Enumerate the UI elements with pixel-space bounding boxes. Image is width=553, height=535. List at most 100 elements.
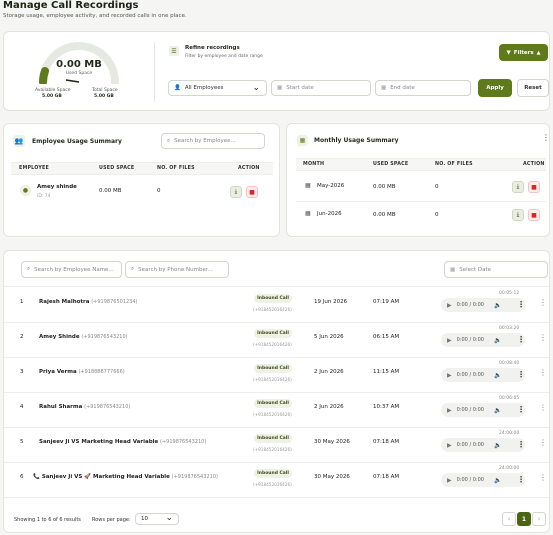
download-icon: ⤓ — [516, 211, 520, 218]
available-space-label: Available Space — [35, 88, 71, 93]
row-more-icon[interactable]: ⋮ — [539, 299, 547, 307]
employee-used-space: 0.00 MB — [99, 188, 122, 194]
more-icon[interactable]: ⋮ — [542, 134, 550, 142]
player-menu-icon[interactable]: ⋮ — [517, 441, 525, 449]
apply-button[interactable]: Apply — [478, 79, 512, 97]
reset-button[interactable]: Reset — [517, 79, 549, 97]
row-more-icon[interactable]: ⋮ — [539, 334, 547, 342]
storage-value: 0.00 MB — [56, 59, 102, 70]
audio-player[interactable]: ▶ 0:00 / 0:00 🔈 — [441, 473, 525, 487]
call-type-badge: Inbound Call — [254, 434, 292, 443]
volume-icon[interactable]: 🔈 — [494, 442, 501, 449]
prev-page-button[interactable]: ‹ — [502, 512, 516, 526]
delete-button[interactable]: ■ — [246, 186, 258, 198]
caller-phone: (+919876543210) — [84, 404, 131, 410]
table-row[interactable]: 5 Sanjeev Ji VS Marketing Head Variable (… — [4, 428, 549, 463]
total-space-label: Total Space — [92, 88, 118, 93]
monthly-table-header — [296, 158, 546, 171]
call-time: 06:15 AM — [373, 334, 400, 340]
row-index: 3 — [20, 369, 24, 375]
download-button[interactable]: ⤓ — [230, 186, 242, 198]
refine-title: Refine recordings — [185, 45, 240, 51]
col-files[interactable]: NO. OF FILES — [435, 162, 473, 167]
date-filter-input[interactable]: ▦ Select Date — [444, 261, 548, 278]
audio-player[interactable]: ▶ 0:00 / 0:00 🔈 — [441, 438, 525, 452]
next-page-button[interactable]: › — [532, 512, 546, 526]
volume-icon[interactable]: 🔈 — [494, 337, 501, 344]
player-menu-icon[interactable]: ⋮ — [517, 301, 525, 309]
employee-search-input[interactable]: ⌕ Search by Employee... — [161, 133, 265, 149]
audio-player[interactable]: ▶ 0:00 / 0:00 🔈 — [441, 333, 525, 347]
row-more-icon[interactable]: ⋮ — [539, 439, 547, 447]
call-date: 2 Jun 2026 — [314, 404, 344, 410]
row-more-icon[interactable]: ⋮ — [539, 369, 547, 377]
phone-search[interactable]: ⌕ Search by Phone Number... — [125, 261, 229, 278]
play-icon[interactable]: ▶ — [447, 407, 452, 414]
trash-icon: ■ — [531, 183, 537, 191]
play-icon[interactable]: ▶ — [447, 302, 452, 309]
player-menu-icon[interactable]: ⋮ — [517, 406, 525, 414]
player-menu-icon[interactable]: ⋮ — [517, 371, 525, 379]
phone-icon: 📞 — [33, 474, 40, 480]
table-row[interactable]: 3 Priya Verma (+918888777666) Inbound Call… — [4, 358, 549, 393]
calendar-icon: ▦ — [450, 266, 456, 273]
available-space-value: 5.00 GB — [42, 94, 62, 99]
call-type-badge: Inbound Call — [254, 364, 292, 373]
table-row[interactable]: 4 Rahul Sharma (+919876543210) Inbound Cal… — [4, 393, 549, 428]
player-menu-icon[interactable]: ⋮ — [517, 336, 525, 344]
rows-per-page-select[interactable]: 10 ⌄ — [135, 513, 179, 525]
divider — [4, 286, 549, 287]
download-icon: ⤓ — [516, 183, 520, 190]
volume-icon[interactable]: 🔈 — [494, 302, 501, 309]
page-button[interactable]: 1 — [517, 512, 531, 526]
employee-table-header — [11, 162, 273, 175]
play-icon[interactable]: ▶ — [447, 442, 452, 449]
employee-name-search[interactable]: ⌕ Search by Employee Name... — [21, 261, 122, 278]
audio-player[interactable]: ▶ 0:00 / 0:00 🔈 — [441, 298, 525, 312]
call-type-badge: Inbound Call — [254, 399, 292, 408]
row-more-icon[interactable]: ⋮ — [539, 404, 547, 412]
volume-icon[interactable]: 🔈 — [494, 407, 501, 414]
caller-phone: (+919876543210) — [81, 334, 128, 340]
table-row[interactable]: 6 📞 Sanjeev Ji VS 🚀 Marketing Head Variabl… — [4, 463, 549, 498]
play-icon[interactable]: ▶ — [447, 372, 452, 379]
col-used-space[interactable]: USED SPACE — [373, 162, 408, 167]
trash-icon: ■ — [531, 211, 537, 219]
filters-button[interactable]: ▼ Filters ▲ — [499, 44, 548, 61]
page-title: Manage Call Recordings — [3, 0, 139, 11]
caller-phone: (+919876501234) — [91, 299, 138, 305]
call-date: 30 May 2026 — [314, 439, 350, 445]
call-duration: 00:06:05 — [499, 396, 520, 401]
play-icon[interactable]: ▶ — [447, 337, 452, 344]
table-row[interactable]: 2 Amey Shinde (+919876543210) Inbound Call… — [4, 323, 549, 358]
audio-player[interactable]: ▶ 0:00 / 0:00 🔈 — [441, 403, 525, 417]
col-employee[interactable]: EMPLOYEE — [19, 166, 49, 171]
end-date-input[interactable]: ▦ End date — [375, 80, 471, 96]
row-more-icon[interactable]: ⋮ — [539, 474, 547, 482]
download-button[interactable]: ⤓ — [512, 181, 524, 193]
player-time: 0:00 / 0:00 — [456, 337, 484, 343]
calendar-icon: ▦ — [305, 210, 311, 217]
col-month[interactable]: MONTH — [303, 162, 324, 167]
col-used-space[interactable]: USED SPACE — [99, 166, 134, 171]
table-row[interactable]: 1 Rajesh Malhotra (+919876501234) Inbound … — [4, 288, 549, 323]
call-type-phone: (+918452016426) — [253, 342, 292, 347]
delete-button[interactable]: ■ — [528, 181, 540, 193]
audio-player[interactable]: ▶ 0:00 / 0:00 🔈 — [441, 368, 525, 382]
volume-icon[interactable]: 🔈 — [494, 477, 501, 484]
volume-icon[interactable]: 🔈 — [494, 372, 501, 379]
trash-icon: ■ — [249, 188, 255, 196]
employee-select[interactable]: 👤 All Employees ⌄ — [168, 80, 267, 96]
download-button[interactable]: ⤓ — [512, 209, 524, 221]
caller-cell: Rajesh Malhotra (+919876501234) — [39, 299, 138, 305]
caller-cell: Amey Shinde (+919876543210) — [39, 334, 128, 340]
row-index: 6 — [20, 474, 24, 480]
col-files[interactable]: NO. OF FILES — [157, 166, 195, 171]
employee-name: Amey shinde — [37, 184, 77, 190]
call-time: 10:37 AM — [373, 404, 400, 410]
play-icon[interactable]: ▶ — [447, 477, 452, 484]
player-menu-icon[interactable]: ⋮ — [517, 476, 525, 484]
page-subtitle: Storage usage, employee activity, and re… — [3, 13, 187, 19]
start-date-input[interactable]: ▦ Start date — [271, 80, 371, 96]
delete-button[interactable]: ■ — [528, 209, 540, 221]
